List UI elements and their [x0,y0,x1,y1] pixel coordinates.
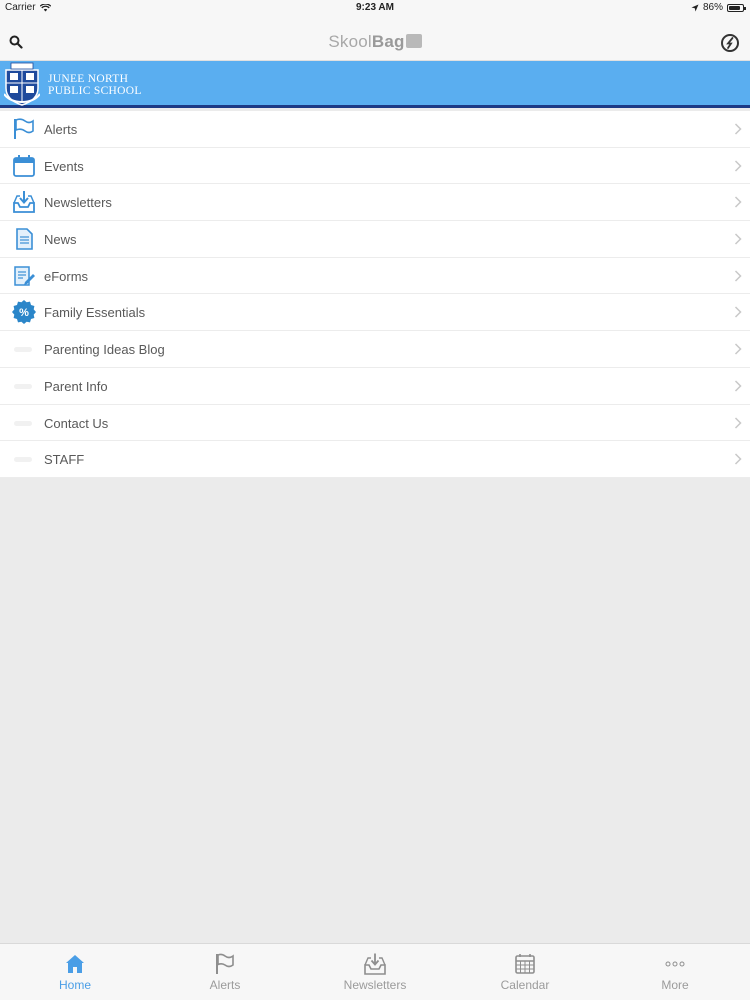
menu-item-label: Parent Info [44,378,108,394]
chevron-right-icon [734,416,742,429]
menu-item-label: Contact Us [44,415,109,431]
menu-item-family-essentials[interactable]: % Family Essentials [0,294,750,332]
school-name: JUNEE NORTH PUBLIC SCHOOL [48,73,142,97]
menu-item-label: Parenting Ideas Blog [44,342,165,358]
school-banner: JUNEE NORTH PUBLIC SCHOOL [0,61,750,108]
flag-icon [216,953,234,974]
menu-item-label: Newsletters [44,195,112,211]
menu-item-label: News [44,232,77,248]
menu-item-news[interactable]: News [0,221,750,258]
chevron-right-icon [734,306,742,318]
chevron-right-icon [734,160,742,172]
tab-alerts[interactable]: Alerts [150,944,300,1000]
home-icon [66,955,84,973]
placeholder-icon [14,347,32,353]
bag-logo-icon [405,34,422,48]
school-name-line2: PUBLIC SCHOOL [48,85,142,97]
skoolbag-logo: SkoolBag [0,32,750,52]
battery-percent: 86% [702,2,723,13]
flag-icon [14,118,34,139]
chevron-right-icon [734,453,742,465]
tab-more[interactable]: More [600,944,750,1000]
chevron-right-icon [734,196,742,208]
tab-home[interactable]: Home [0,944,150,1000]
battery-status: 86% [691,2,746,13]
clock: 9:23 AM [356,2,394,13]
menu-item-alerts[interactable]: Alerts [0,111,750,148]
document-icon [16,228,33,250]
chevron-right-icon [734,123,742,135]
navigation-bar: SkoolBag [0,16,750,61]
menu-item-contact-us[interactable]: Contact Us [0,405,750,442]
menu-item-label: Alerts [44,122,78,137]
tab-label: Home [58,978,91,992]
menu-item-events[interactable]: Events [0,148,750,185]
menu-item-eforms[interactable]: eForms [0,258,750,295]
sync-icon[interactable] [720,33,740,53]
battery-icon [727,3,746,12]
tab-label: Newsletters [343,978,407,992]
status-bar: Carrier 9:23 AM 86% [0,0,750,16]
percent-badge-icon: % [12,300,36,325]
tab-calendar[interactable]: Calendar [450,944,600,1000]
calendar-icon [13,154,35,177]
form-edit-icon [14,266,35,286]
chevron-right-icon [734,270,742,282]
chevron-right-icon [734,343,742,355]
school-name-line1: JUNEE NORTH [48,73,129,85]
logo-text-bold: Bag [371,32,405,51]
chevron-right-icon [734,380,742,392]
menu-item-label: eForms [44,268,89,284]
location-arrow-icon [691,4,699,11]
menu-item-newsletters[interactable]: Newsletters [0,184,750,222]
placeholder-icon [14,420,32,426]
more-dots-icon [665,961,685,967]
placeholder-icon [14,457,32,463]
tab-label: More [661,978,689,992]
inbox-download-icon [13,191,35,214]
home-menu-list: Alerts Events Newsletters News eForms % … [0,111,750,478]
school-crest-logo [4,62,40,106]
tab-label: Calendar [500,978,550,992]
tab-newsletters[interactable]: Newsletters [300,944,450,1000]
menu-item-label: Events [44,158,84,174]
menu-item-parenting-ideas-blog[interactable]: Parenting Ideas Blog [0,331,750,368]
placeholder-icon [14,383,32,389]
tab-label: Alerts [209,978,241,992]
calendar-icon [515,954,535,974]
svg-text:%: % [19,307,29,319]
menu-item-parent-info[interactable]: Parent Info [0,368,750,405]
menu-item-label: STAFF [44,452,85,468]
logo-text-light: Skool [328,32,372,51]
menu-item-staff[interactable]: STAFF [0,441,750,478]
inbox-download-icon [364,953,386,975]
tab-bar: Home Alerts Newsletters Calendar More [0,943,750,1000]
chevron-right-icon [734,233,742,245]
menu-item-label: Family Essentials [44,305,146,321]
